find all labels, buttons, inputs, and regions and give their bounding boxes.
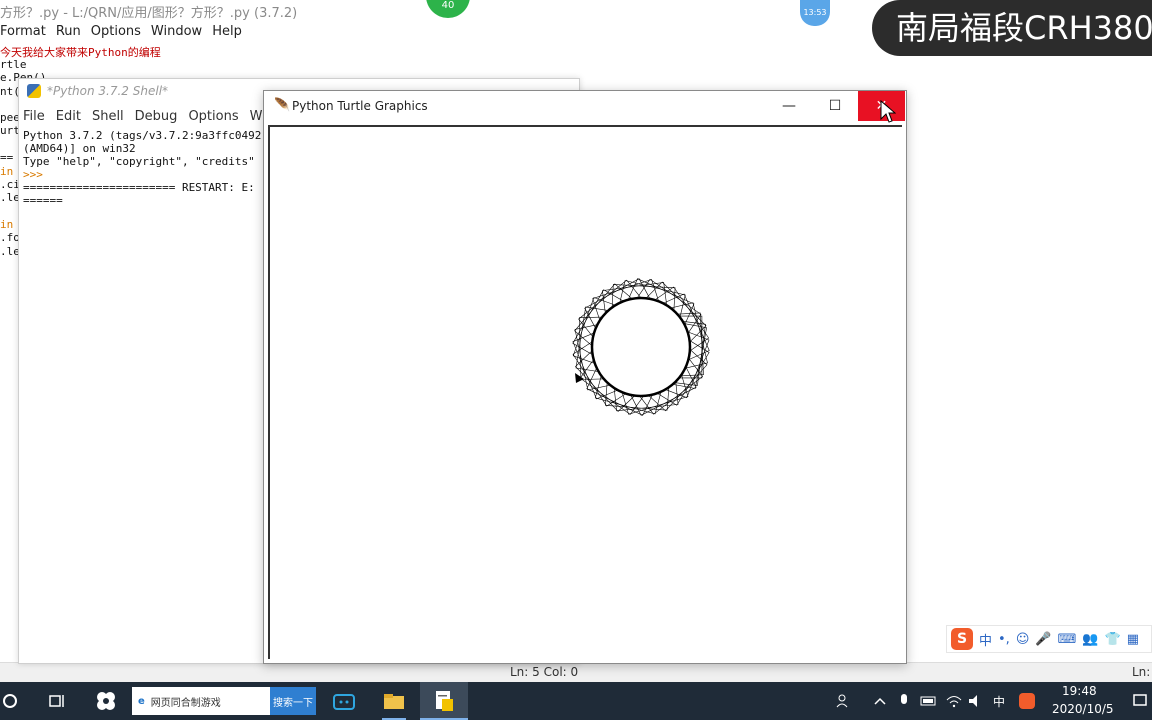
shell-output[interactable]: Python 3.7.2 (tags/v3.7.2:9a3ffc0492 (AM… xyxy=(23,129,261,207)
ime-toolbar[interactable]: S 中 •, ☺ 🎤 ⌨ 👥 👕 ▦ xyxy=(946,625,1152,653)
chevron-up-icon[interactable] xyxy=(870,682,890,720)
ime-skin-icon[interactable]: 👕 xyxy=(1105,632,1121,647)
code-line: in xyxy=(0,218,14,231)
turtle-title: Python Turtle Graphics xyxy=(292,99,428,113)
volume-icon[interactable] xyxy=(966,682,986,720)
code-line: urt xyxy=(0,124,20,137)
shell-line: Python 3.7.2 (tags/v3.7.2:9a3ffc0492 xyxy=(23,129,262,142)
code-line: .le xyxy=(0,191,20,204)
menu-run[interactable]: Run xyxy=(56,24,81,42)
editor-cursor-position: Ln: 5 Col: 0 xyxy=(510,665,579,679)
menu-format[interactable]: Format xyxy=(0,24,46,42)
ie-icon: e xyxy=(138,695,145,707)
code-line: == xyxy=(0,151,14,164)
menu-help[interactable]: Help xyxy=(212,24,242,42)
ime-voice-icon[interactable]: 🎤 xyxy=(1035,632,1051,647)
code-line: nt( xyxy=(0,85,20,98)
watermark-banner: 南局福段CRH380 xyxy=(872,0,1152,56)
turtle-titlebar[interactable]: 🪶 Python Turtle Graphics — ☐ ✕ xyxy=(264,91,906,121)
timer-badge: 13:53 xyxy=(800,0,830,26)
shell-menu-debug[interactable]: Debug xyxy=(135,109,178,124)
editor-title: 方形？.py - L:/QRN/应用/图形？方形？.py (3.7.2) xyxy=(0,6,298,21)
tray-ime-indicator[interactable]: 中 xyxy=(990,682,1008,720)
shell-title: *Python 3.7.2 Shell* xyxy=(47,84,169,98)
cortana-icon[interactable] xyxy=(0,682,20,720)
sogou-tray-icon[interactable] xyxy=(1016,682,1038,720)
turtle-drawing xyxy=(572,278,710,416)
shell-menu-shell[interactable]: Shell xyxy=(92,109,124,124)
editor-status-right: Ln: xyxy=(1132,665,1151,679)
ime-punctuation-icon[interactable]: •, xyxy=(998,632,1010,647)
taskbar-search-input[interactable]: e 网页同合制游戏 xyxy=(132,687,270,715)
code-line: rtle xyxy=(0,58,27,71)
shell-line: ======================= RESTART: E: xyxy=(23,181,255,194)
battery-icon[interactable] xyxy=(918,682,940,720)
sogou-logo-icon[interactable]: S xyxy=(951,628,973,650)
code-line: .fo xyxy=(0,231,20,244)
code-line: pee xyxy=(0,111,20,124)
turtle-canvas[interactable] xyxy=(268,125,902,659)
shell-line: (AMD64)] on win32 xyxy=(23,142,136,155)
idle-editor-task[interactable] xyxy=(420,682,468,720)
people-icon[interactable] xyxy=(834,682,854,720)
shell-menu-edit[interactable]: Edit xyxy=(56,109,81,124)
shell-line: ====== xyxy=(23,194,63,207)
ime-user-icon[interactable]: 👥 xyxy=(1082,632,1098,647)
ime-chinese-mode[interactable]: 中 xyxy=(979,630,992,649)
maximize-button[interactable]: ☐ xyxy=(812,91,858,121)
search-placeholder: 网页同合制游戏 xyxy=(150,697,221,709)
clock-date[interactable]: 2020/10/5 xyxy=(1052,702,1114,716)
code-line: .le xyxy=(0,245,20,258)
app-fan-icon[interactable] xyxy=(90,682,122,720)
python-icon xyxy=(27,84,41,98)
file-explorer-icon[interactable] xyxy=(378,682,410,720)
wifi-icon[interactable] xyxy=(944,682,964,720)
bilibili-icon[interactable] xyxy=(328,682,360,720)
taskbar: e 网页同合制游戏 搜索一下 中 xyxy=(0,682,1152,720)
mouse-pointer-icon xyxy=(880,100,896,123)
turtle-window[interactable]: 🪶 Python Turtle Graphics — ☐ ✕ xyxy=(263,90,907,664)
task-view-icon[interactable] xyxy=(44,682,70,720)
clock-time[interactable]: 19:48 xyxy=(1062,684,1097,698)
shell-menu-options[interactable]: Options xyxy=(188,109,238,124)
shell-line: Type "help", "copyright", "credits" xyxy=(23,155,255,168)
microphone-icon[interactable] xyxy=(894,682,914,720)
shell-prompt: >>> xyxy=(23,168,43,181)
shell-menu-file[interactable]: File xyxy=(23,109,45,124)
ime-toolbox-icon[interactable]: ▦ xyxy=(1127,632,1139,647)
feather-icon: 🪶 xyxy=(274,98,291,113)
editor-menubar: Format Run Options Window Help xyxy=(0,24,242,42)
menu-options[interactable]: Options xyxy=(91,24,141,42)
notification-icon[interactable] xyxy=(1130,682,1150,720)
minimize-button[interactable]: — xyxy=(766,91,812,121)
ime-emoji-icon[interactable]: ☺ xyxy=(1016,632,1030,647)
menu-window[interactable]: Window xyxy=(151,24,202,42)
ime-keyboard-icon[interactable]: ⌨ xyxy=(1058,632,1077,647)
search-button[interactable]: 搜索一下 xyxy=(270,687,316,715)
shell-menubar: File Edit Shell Debug Options Windo xyxy=(23,109,290,124)
code-line: .ci xyxy=(0,178,20,191)
code-line: in xyxy=(0,165,14,178)
